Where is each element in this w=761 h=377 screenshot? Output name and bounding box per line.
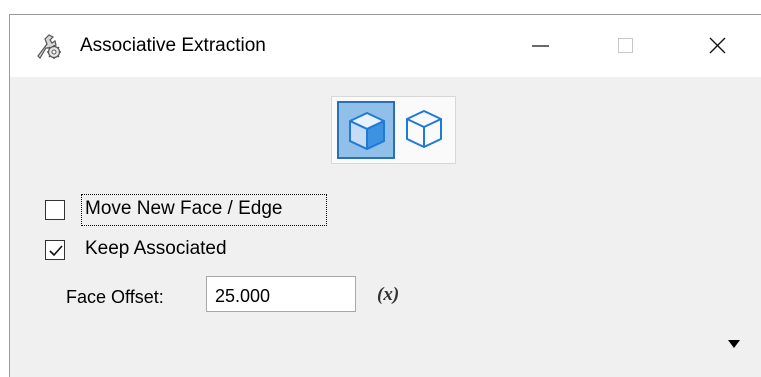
close-button[interactable] [694, 26, 740, 66]
face-offset-input[interactable] [206, 276, 356, 312]
solid-mode-button[interactable] [337, 101, 395, 159]
close-icon [709, 37, 726, 54]
mode-toggle-group [331, 96, 456, 164]
face-offset-label: Face Offset: [66, 287, 164, 307]
move-new-face-checkbox[interactable] [45, 200, 65, 220]
minimize-icon [532, 45, 549, 47]
wireframe-mode-button[interactable] [396, 101, 454, 159]
title-bar: Associative Extraction [10, 15, 761, 77]
wrench-gear-icon [34, 32, 62, 60]
dialog-body: Move New Face / Edge Keep Associated Fac… [10, 77, 761, 377]
checkmark-icon [49, 245, 63, 257]
maximize-icon [618, 38, 633, 53]
expand-arrow-icon[interactable] [727, 339, 741, 349]
wireframe-cube-icon [406, 110, 442, 148]
maximize-button[interactable] [602, 26, 648, 66]
minimize-button[interactable] [517, 26, 563, 66]
move-new-face-label[interactable]: Move New Face / Edge [85, 198, 282, 220]
keep-associated-label[interactable]: Keep Associated [85, 238, 227, 260]
keep-associated-checkbox[interactable] [45, 240, 65, 260]
dialog-window: Associative Extraction Move New Face / E… [9, 14, 761, 377]
solid-cube-icon [349, 112, 385, 150]
window-title: Associative Extraction [80, 35, 266, 56]
expression-button[interactable]: (x) [377, 284, 399, 306]
